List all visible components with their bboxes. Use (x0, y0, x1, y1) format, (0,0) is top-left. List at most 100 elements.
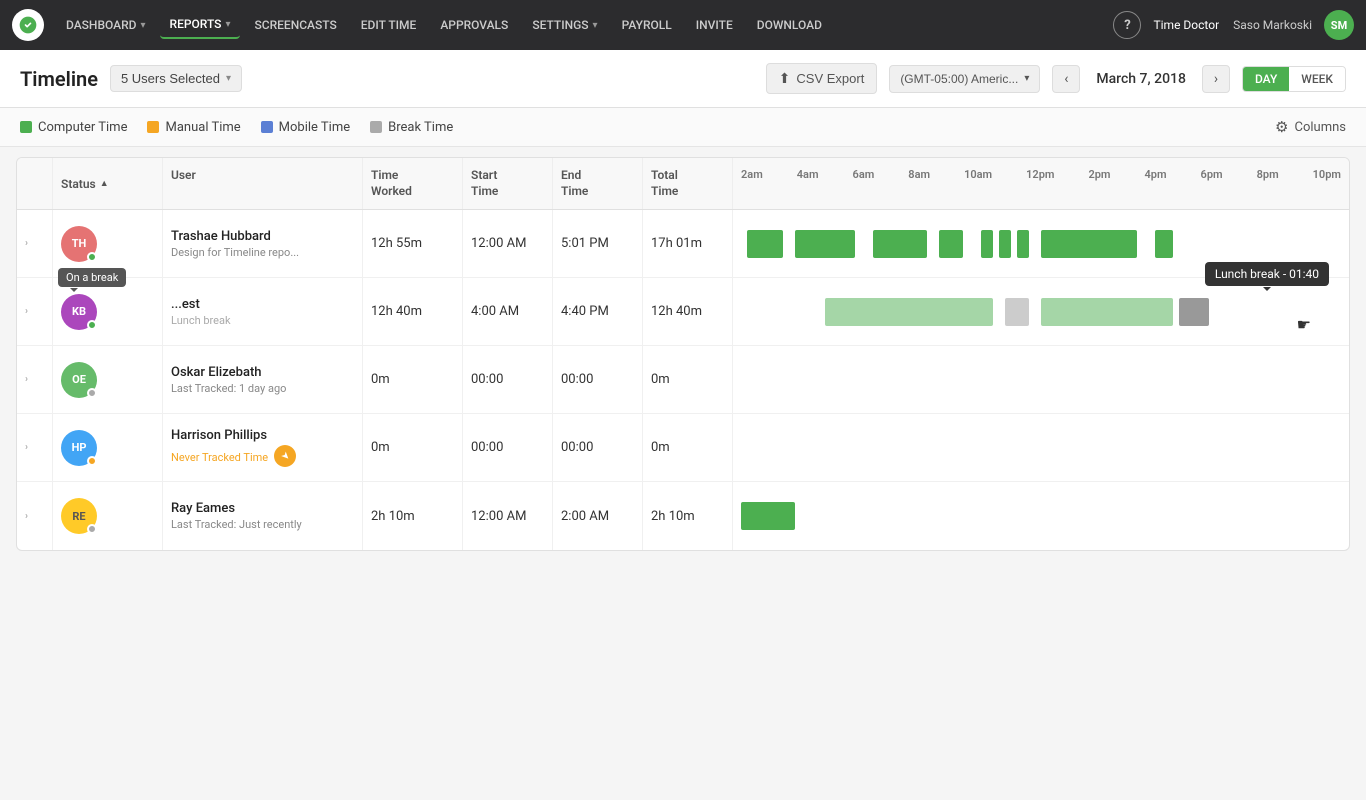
send-icon: ➤ (278, 449, 292, 463)
header-user: User (163, 158, 363, 209)
time-6pm: 6pm (1201, 168, 1223, 181)
nav-payroll[interactable]: PAYROLL (612, 12, 682, 38)
csv-export-button[interactable]: ⬆ CSV Export (766, 63, 878, 94)
timeline-table: Status ▲ User TimeWorked StartTime EndTi… (16, 157, 1350, 551)
nav-screencasts[interactable]: SCREENCASTS (244, 12, 346, 38)
row-expand[interactable]: › (17, 210, 53, 277)
row-total-time: 12h 40m (643, 278, 733, 345)
nav-reports[interactable]: REPORTS ▾ (160, 11, 241, 39)
table-row: › RE Ray Eames Last Tracked: Just recent… (17, 482, 1349, 550)
chevron-right-icon: › (25, 511, 28, 522)
status-dot (87, 320, 97, 330)
computer-time-label: Computer Time (38, 120, 127, 135)
user-name: Harrison Phillips (171, 428, 296, 443)
nav-download[interactable]: DOWNLOAD (747, 12, 832, 38)
nav-edit-time[interactable]: EDIT TIME (351, 12, 427, 38)
row-avatar-cell: KB On a break (53, 278, 163, 345)
chevron-down-icon: ▾ (593, 20, 598, 31)
help-button[interactable]: ? (1113, 11, 1141, 39)
header-status[interactable]: Status ▲ (53, 158, 163, 209)
user-sub: Design for Timeline repo... (171, 246, 299, 259)
timeline-bar (741, 502, 795, 530)
prev-date-button[interactable]: ‹ (1052, 65, 1080, 93)
row-avatar-cell: OE (53, 346, 163, 413)
row-avatar-cell: TH (53, 210, 163, 277)
timeline-bar (1005, 298, 1029, 326)
row-start-time: 12:00 AM (463, 482, 553, 550)
row-timeline: Lunch break - 01:40 ☛ (733, 278, 1349, 345)
navbar: DASHBOARD ▾ REPORTS ▾ SCREENCASTS EDIT T… (0, 0, 1366, 50)
row-time-worked: 0m (363, 346, 463, 413)
time-6am: 6am (853, 168, 875, 181)
row-end-time: 4:40 PM (553, 278, 643, 345)
user-name-label: Saso Markoski (1233, 18, 1312, 32)
sort-icon: ▲ (100, 178, 109, 189)
legend-mobile-time: Mobile Time (261, 120, 350, 135)
week-toggle-button[interactable]: WEEK (1289, 67, 1345, 91)
manual-time-label: Manual Time (165, 120, 240, 135)
logo[interactable] (12, 9, 44, 41)
users-selected-button[interactable]: 5 Users Selected ▾ (110, 65, 242, 92)
time-12pm: 12pm (1026, 168, 1054, 181)
mobile-time-dot (261, 121, 273, 133)
row-total-time: 0m (643, 414, 733, 481)
legend-manual-time: Manual Time (147, 120, 240, 135)
header-time-worked: TimeWorked (363, 158, 463, 209)
chevron-down-icon: ▾ (226, 73, 231, 84)
table-row: › KB On a break ...est Lunch break 12h 4… (17, 278, 1349, 346)
timeline-bar (1041, 298, 1173, 326)
send-invite-button[interactable]: ➤ (274, 445, 296, 467)
row-total-time: 2h 10m (643, 482, 733, 550)
gear-icon: ⚙ (1275, 118, 1288, 136)
status-dot (87, 252, 97, 262)
date-display: March 7, 2018 (1092, 71, 1190, 87)
header-expand (17, 158, 53, 209)
timeline-bar (1155, 230, 1173, 258)
row-expand[interactable]: › (17, 278, 53, 345)
avatar: HP (61, 430, 97, 466)
brand-label: Time Doctor (1153, 18, 1219, 32)
row-expand[interactable]: › (17, 414, 53, 481)
chevron-down-icon: ▾ (1024, 73, 1029, 84)
avatar: KB (61, 294, 97, 330)
user-avatar[interactable]: SM (1324, 10, 1354, 40)
time-8am: 8am (908, 168, 930, 181)
row-expand[interactable]: › (17, 482, 53, 550)
nav-dashboard[interactable]: DASHBOARD ▾ (56, 12, 156, 38)
nav-approvals[interactable]: APPROVALS (430, 12, 518, 38)
time-4am: 4am (797, 168, 819, 181)
tooltip-box: Lunch break - 01:40 (1205, 262, 1329, 286)
timeline-bar (1179, 298, 1209, 326)
timezone-selector[interactable]: (GMT-05:00) Americ... ▾ (889, 65, 1040, 93)
row-user-info: Trashae Hubbard Design for Timeline repo… (163, 210, 363, 277)
timeline-bar (1041, 230, 1137, 258)
row-user-info: Harrison Phillips Never Tracked Time ➤ (163, 414, 363, 481)
next-date-button[interactable]: › (1202, 65, 1230, 93)
row-start-time: 12:00 AM (463, 210, 553, 277)
row-end-time: 00:00 (553, 414, 643, 481)
row-expand[interactable]: › (17, 346, 53, 413)
row-time-worked: 12h 40m (363, 278, 463, 345)
chevron-down-icon: ▾ (141, 20, 146, 31)
download-icon: ⬆ (779, 70, 791, 87)
time-2am: 2am (741, 168, 763, 181)
status-dot (87, 524, 97, 534)
mobile-time-label: Mobile Time (279, 120, 350, 135)
nav-invite[interactable]: INVITE (686, 12, 743, 38)
header-total-time: TotalTime (643, 158, 733, 209)
columns-button[interactable]: ⚙ Columns (1275, 118, 1346, 136)
row-end-time: 2:00 AM (553, 482, 643, 550)
manual-time-dot (147, 121, 159, 133)
timeline-bar (981, 230, 993, 258)
day-toggle-button[interactable]: DAY (1243, 67, 1289, 91)
user-name: ...est (171, 297, 231, 312)
on-break-badge: On a break (58, 268, 126, 287)
columns-label: Columns (1295, 120, 1347, 135)
row-time-worked: 2h 10m (363, 482, 463, 550)
row-timeline (733, 482, 1349, 550)
avatar: OE (61, 362, 97, 398)
nav-settings[interactable]: SETTINGS ▾ (522, 12, 607, 38)
user-sub: Last Tracked: 1 day ago (171, 382, 286, 395)
chevron-right-icon: › (25, 306, 28, 317)
avatar: TH (61, 226, 97, 262)
